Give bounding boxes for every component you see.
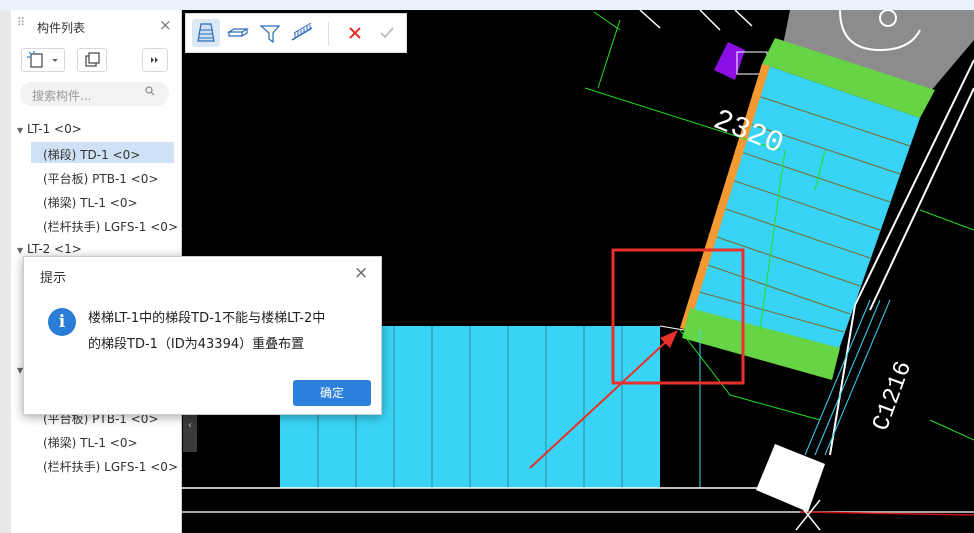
search-icon bbox=[145, 86, 155, 96]
wall-lines bbox=[639, 10, 753, 31]
new-component-icon bbox=[27, 51, 58, 68]
dialog-title: 提示 bbox=[40, 271, 67, 286]
search-placeholder: 搜索构件... bbox=[32, 89, 92, 103]
search-input[interactable]: 搜索构件... bbox=[20, 82, 169, 106]
platform-slab-tool[interactable] bbox=[224, 19, 252, 47]
stair-segment-icon bbox=[197, 23, 215, 42]
stair-beam-icon bbox=[259, 25, 281, 44]
platform-slab-icon bbox=[226, 28, 250, 37]
confirm-button[interactable] bbox=[373, 19, 401, 47]
tree-item-lgfs1-2[interactable]: (栏杆扶手) LGFS-1 <0> bbox=[43, 458, 178, 475]
railing-tool[interactable] bbox=[288, 19, 316, 47]
stair-segment-tool[interactable] bbox=[192, 19, 220, 47]
collapse-arrow-icon[interactable]: ▼ bbox=[17, 246, 23, 255]
collapse-arrow-icon[interactable]: ▼ bbox=[17, 126, 23, 135]
panel-header: ⠿ 构件列表 × bbox=[11, 10, 181, 40]
stair-beam-tool[interactable] bbox=[256, 19, 284, 47]
check-icon bbox=[380, 27, 394, 39]
cancel-button[interactable] bbox=[341, 19, 369, 47]
panel-title: 构件列表 bbox=[37, 21, 86, 35]
tree-node-lt1[interactable]: LT-1 <0> bbox=[27, 122, 82, 136]
copy-icon bbox=[85, 52, 100, 67]
info-icon: i bbox=[48, 308, 76, 336]
close-icon[interactable]: × bbox=[159, 16, 172, 34]
toolbar-divider bbox=[328, 22, 329, 46]
copy-component-button[interactable] bbox=[77, 48, 107, 72]
close-icon[interactable]: × bbox=[354, 263, 368, 283]
ok-button[interactable]: 确定 bbox=[293, 380, 371, 406]
tree-item-td1[interactable]: (梯段) TD-1 <0> bbox=[43, 146, 140, 163]
new-component-button[interactable] bbox=[21, 48, 65, 72]
railing-icon bbox=[291, 22, 313, 41]
drag-grip-icon[interactable]: ⠿ bbox=[17, 17, 25, 32]
dialog-message-line2: 的梯段TD-1（ID为43394）重叠布置 bbox=[88, 337, 305, 352]
tree-item-tl1[interactable]: (梯梁) TL-1 <0> bbox=[43, 194, 138, 211]
window-label: C1216 bbox=[868, 358, 918, 435]
column-block bbox=[756, 444, 825, 512]
cross-icon bbox=[349, 27, 361, 39]
double-arrow-icon bbox=[151, 57, 158, 63]
tree-item-tl1-2[interactable]: (梯梁) TL-1 <0> bbox=[43, 434, 138, 451]
tree-item-lgfs1[interactable]: (栏杆扶手) LGFS-1 <0> bbox=[43, 218, 178, 235]
alert-dialog: 提示 × i 楼梯LT-1中的梯段TD-1不能与楼梯LT-2中 的梯段TD-1（… bbox=[23, 256, 382, 415]
expand-button[interactable] bbox=[142, 48, 168, 72]
dialog-message-line1: 楼梯LT-1中的梯段TD-1不能与楼梯LT-2中 bbox=[88, 311, 326, 326]
tree-item-ptb1[interactable]: (平台板) PTB-1 <0> bbox=[43, 170, 159, 187]
tree-node-lt2[interactable]: LT-2 <1> bbox=[27, 242, 82, 256]
stair-toolbar bbox=[185, 13, 407, 53]
